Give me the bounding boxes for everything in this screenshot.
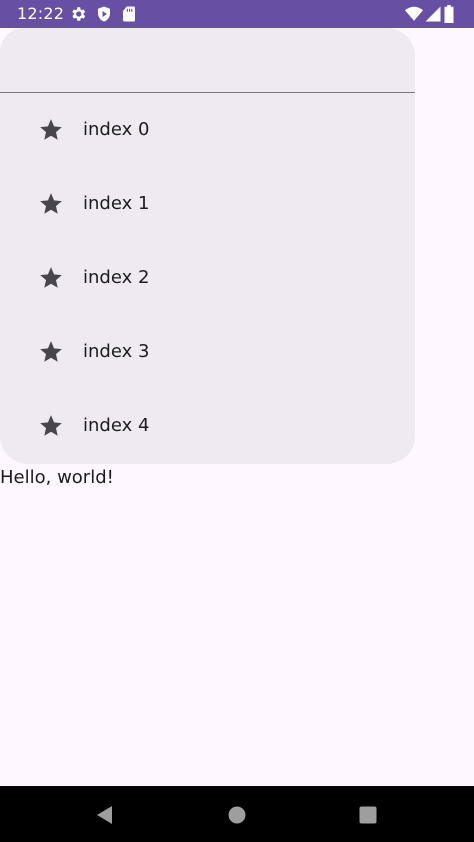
- status-bar: 12:22: [0, 0, 474, 28]
- settings-icon: [69, 5, 87, 23]
- battery-icon: [443, 5, 455, 23]
- drawer-item-index-4[interactable]: index 4: [0, 389, 415, 463]
- back-icon[interactable]: [95, 805, 115, 825]
- drawer-item-label: index 4: [83, 415, 150, 436]
- recents-icon[interactable]: [358, 805, 378, 825]
- drawer-item-label: index 3: [83, 341, 150, 362]
- star-icon: [38, 117, 64, 143]
- drawer-item-label: index 1: [83, 193, 150, 214]
- star-icon: [38, 413, 64, 439]
- drawer-header: [0, 28, 415, 92]
- star-icon: [38, 191, 64, 217]
- drawer-item-index-0[interactable]: index 0: [0, 93, 415, 167]
- shield-icon: [95, 5, 113, 23]
- system-navigation-bar: [0, 786, 474, 842]
- hello-text: Hello, world!: [0, 467, 114, 488]
- drawer-item-index-3[interactable]: index 3: [0, 315, 415, 389]
- signal-icon: [424, 5, 442, 23]
- wifi-icon: [405, 5, 423, 23]
- drawer-item-label: index 2: [83, 267, 150, 288]
- status-time: 12:22: [17, 4, 65, 23]
- drawer-item-label: index 0: [83, 119, 150, 140]
- drawer-item-index-1[interactable]: index 1: [0, 167, 415, 241]
- star-icon: [38, 265, 64, 291]
- star-icon: [38, 339, 64, 365]
- home-icon[interactable]: [227, 805, 247, 825]
- navigation-drawer: index 0 index 1 index 2 index 3 index 4: [0, 28, 415, 464]
- drawer-item-index-2[interactable]: index 2: [0, 241, 415, 315]
- sd-card-icon: [120, 5, 138, 23]
